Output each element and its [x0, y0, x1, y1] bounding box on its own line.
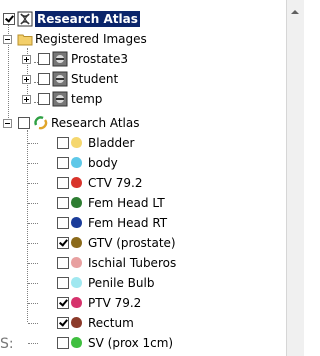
- tree-item-image[interactable]: Prostate3: [0, 50, 286, 68]
- expand-icon[interactable]: [22, 55, 31, 64]
- structure-row[interactable]: Rectum: [0, 314, 286, 332]
- expand-icon[interactable]: [22, 75, 31, 84]
- structure-row[interactable]: GTV (prostate): [0, 234, 286, 252]
- structure-color-swatch-icon: [71, 297, 82, 308]
- structure-label: Fem Head LT: [88, 196, 165, 210]
- atlas-structures-icon: [33, 115, 49, 131]
- tree-node-registered-images[interactable]: Registered Images: [0, 30, 286, 48]
- root-checkbox[interactable]: [3, 13, 15, 25]
- tree-node-label: Registered Images: [35, 32, 147, 46]
- structure-row[interactable]: SV (prox 1cm): [0, 334, 286, 352]
- tree-node-label: Research Atlas: [51, 116, 140, 130]
- image-checkbox[interactable]: [38, 73, 50, 85]
- structure-color-swatch-icon: [71, 217, 82, 228]
- tree-connector: [28, 143, 38, 144]
- structure-row[interactable]: Penile Bulb: [0, 274, 286, 292]
- structure-label: CTV 79.2: [88, 176, 143, 190]
- tree-item-image[interactable]: Student: [0, 70, 286, 88]
- structure-checkbox[interactable]: [57, 157, 69, 169]
- tree-connector: [28, 323, 38, 324]
- structure-color-swatch-icon: [71, 157, 82, 168]
- structure-label: Ischial Tuberos: [88, 256, 177, 270]
- collapse-icon[interactable]: [3, 119, 12, 128]
- tree-connector: [28, 203, 38, 204]
- tree-root-row[interactable]: Research Atlas: [0, 10, 286, 28]
- structure-row[interactable]: Bladder: [0, 134, 286, 152]
- structure-checkbox[interactable]: [57, 317, 69, 329]
- tree-connector: [28, 303, 38, 304]
- structure-color-swatch-icon: [71, 137, 82, 148]
- image-checkbox[interactable]: [38, 53, 50, 65]
- structure-checkbox[interactable]: [57, 237, 69, 249]
- structure-label: Fem Head RT: [88, 216, 168, 230]
- structure-label: Bladder: [88, 136, 135, 150]
- structure-color-swatch-icon: [71, 277, 82, 288]
- atlas-root-icon: [17, 11, 33, 27]
- tree-root-label: Research Atlas: [35, 11, 140, 27]
- image-series-icon: [52, 71, 68, 87]
- tree-connector: [28, 163, 38, 164]
- structure-label: Penile Bulb: [88, 276, 155, 290]
- structure-label: body: [88, 156, 118, 170]
- structure-color-swatch-icon: [71, 317, 82, 328]
- structure-checkbox[interactable]: [57, 197, 69, 209]
- partial-text: S:: [0, 336, 14, 352]
- tree-connector: [28, 343, 38, 344]
- structure-row[interactable]: Ischial Tuberos: [0, 254, 286, 272]
- structure-label: GTV (prostate): [88, 236, 176, 250]
- tree-connector: [28, 283, 38, 284]
- tree-node-research-atlas[interactable]: Research Atlas: [0, 114, 286, 132]
- structure-row[interactable]: CTV 79.2: [0, 174, 286, 192]
- structure-color-swatch-icon: [71, 257, 82, 268]
- structure-checkbox[interactable]: [57, 177, 69, 189]
- structure-label: Rectum: [88, 316, 134, 330]
- tree-connector: [28, 223, 38, 224]
- tree-item-label: Prostate3: [71, 52, 129, 66]
- tree-item-label: temp: [71, 92, 103, 106]
- structure-color-swatch-icon: [71, 197, 82, 208]
- tree-connector: [28, 263, 38, 264]
- structure-label: SV (prox 1cm): [88, 336, 174, 350]
- scroll-up-arrow-icon[interactable]: [291, 10, 299, 14]
- structure-checkbox[interactable]: [57, 217, 69, 229]
- structure-checkbox[interactable]: [57, 257, 69, 269]
- structure-row[interactable]: Fem Head LT: [0, 194, 286, 212]
- structure-checkbox[interactable]: [57, 277, 69, 289]
- structure-checkbox[interactable]: [57, 137, 69, 149]
- image-series-icon: [52, 51, 68, 67]
- expand-icon[interactable]: [22, 95, 31, 104]
- structure-color-swatch-icon: [71, 177, 82, 188]
- atlas-checkbox[interactable]: [18, 117, 30, 129]
- image-series-icon: [52, 91, 68, 107]
- vertical-scrollbar[interactable]: [286, 0, 304, 356]
- structure-color-swatch-icon: [71, 337, 82, 348]
- structure-row[interactable]: body: [0, 154, 286, 172]
- tree-item-image[interactable]: temp: [0, 90, 286, 108]
- structure-row[interactable]: PTV 79.2: [0, 294, 286, 312]
- tree-connector: [28, 183, 38, 184]
- folder-icon: [17, 31, 33, 47]
- structure-row[interactable]: Fem Head RT: [0, 214, 286, 232]
- structure-color-swatch-icon: [71, 237, 82, 248]
- tree-item-label: Student: [71, 72, 119, 86]
- structure-checkbox[interactable]: [57, 337, 69, 349]
- structure-label: PTV 79.2: [88, 296, 142, 310]
- tree-connector: [28, 243, 38, 244]
- image-checkbox[interactable]: [38, 93, 50, 105]
- structure-tree: Research Atlas Registered Images Prostat…: [0, 0, 286, 356]
- structure-checkbox[interactable]: [57, 297, 69, 309]
- collapse-icon[interactable]: [3, 35, 12, 44]
